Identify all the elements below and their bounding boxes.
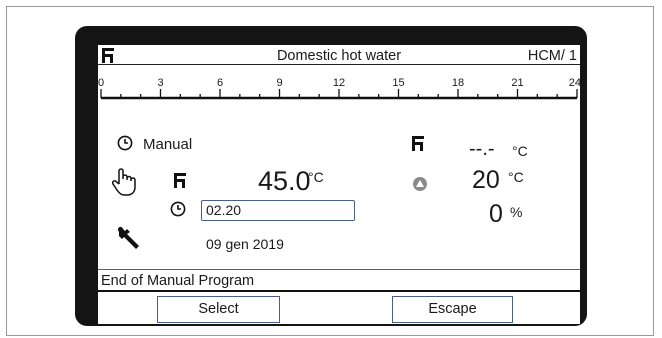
time-axis-label: 3 <box>157 77 164 89</box>
time-axis-label: 24 <box>568 77 580 89</box>
percent-unit: % <box>510 204 523 220</box>
device-id: HCM/ 1 <box>527 48 577 64</box>
tap-icon <box>174 173 186 193</box>
time-axis-label: 0 <box>98 77 105 89</box>
pump-icon <box>412 176 428 197</box>
tap-temperature: --.- <box>469 138 495 160</box>
clock-icon <box>117 135 133 156</box>
softkey-divider <box>98 290 580 292</box>
time-axis-label: 18 <box>451 77 465 89</box>
mode-label: Manual <box>143 136 193 153</box>
status-text: End of Manual Program <box>101 273 255 289</box>
pump-temperature-unit: °C <box>508 169 524 185</box>
percent-value: 0 <box>489 200 503 228</box>
time-axis-label: 12 <box>332 77 346 89</box>
time-axis-label: 21 <box>511 77 524 89</box>
setpoint-temperature-unit: °C <box>308 169 324 185</box>
wrench-icon[interactable] <box>117 225 143 256</box>
page-title: Domestic hot water <box>276 48 402 64</box>
header-divider <box>98 64 580 65</box>
select-button[interactable]: Select <box>157 296 280 323</box>
date-label: 09 gen 2019 <box>206 236 284 252</box>
tap-temperature-unit: °C <box>512 143 528 159</box>
escape-button[interactable]: Escape <box>392 296 513 323</box>
time-axis-label: 15 <box>392 77 405 89</box>
end-time-field[interactable]: 02.20 <box>201 200 355 221</box>
clock-icon <box>170 201 186 222</box>
setpoint-temperature: 45.0 <box>258 166 311 196</box>
time-axis-label: 6 <box>216 77 224 89</box>
time-axis-label: 9 <box>276 77 283 89</box>
status-divider <box>98 269 580 270</box>
display-screen: Domestic hot water HCM/ 1 0 3 6 9 12 15 18 21 24… <box>98 45 580 324</box>
hand-icon[interactable] <box>111 167 137 202</box>
pump-temperature: 20 <box>472 166 500 194</box>
tap-icon <box>412 136 424 156</box>
